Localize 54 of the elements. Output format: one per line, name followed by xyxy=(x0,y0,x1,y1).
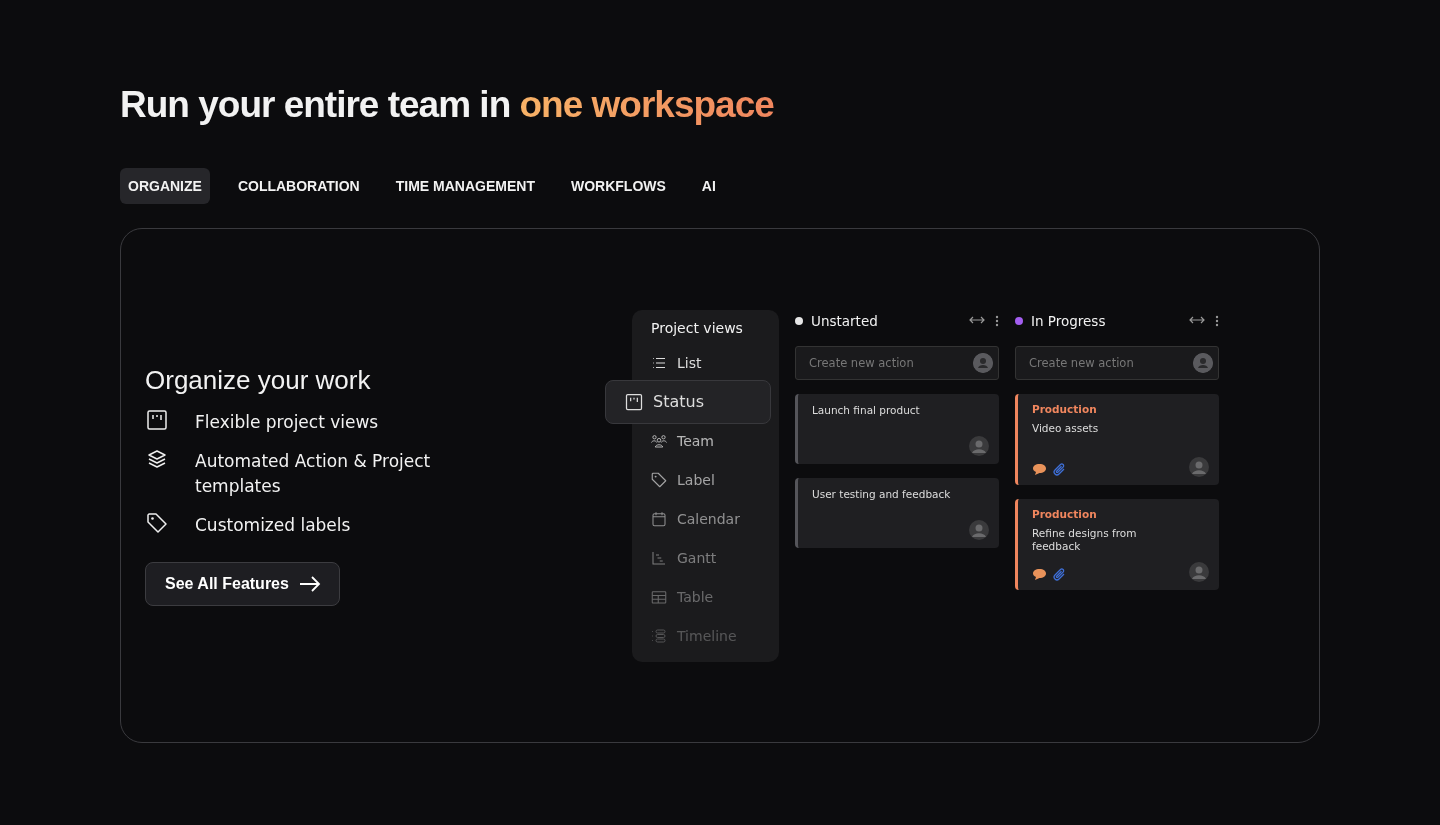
view-option[interactable]: Gantt xyxy=(632,538,779,578)
comment-icon xyxy=(1032,462,1047,476)
avatar xyxy=(1189,561,1209,582)
tag-icon xyxy=(650,471,668,489)
board-icon xyxy=(624,391,644,412)
column-title: In Progress xyxy=(1031,312,1107,329)
calendar-icon xyxy=(650,510,668,528)
card-title: Video assets xyxy=(1032,421,1100,435)
new-action-field[interactable]: Create new action xyxy=(1015,345,1219,380)
task-card[interactable]: Production Video assets xyxy=(1015,393,1219,485)
card-title: Launch final product xyxy=(812,403,921,417)
paperclip-icon xyxy=(1053,567,1066,582)
feature-tab[interactable]: COLLABORATION xyxy=(229,168,368,204)
column-title: Unstarted xyxy=(811,312,879,329)
paperclip-icon xyxy=(1053,462,1066,477)
panel-title: Project views xyxy=(650,319,744,336)
page-heading: Run your entire team in one workspace xyxy=(120,84,775,127)
more-icon[interactable] xyxy=(995,314,999,327)
feature-text: Automated Action & Project templates xyxy=(195,450,432,498)
board-icon xyxy=(145,408,169,432)
avatar xyxy=(969,435,989,456)
feature-tab[interactable]: AI xyxy=(693,168,724,204)
view-option[interactable]: Status xyxy=(605,379,771,424)
task-card[interactable]: Launch final product xyxy=(795,393,999,464)
expand-icon[interactable] xyxy=(969,314,985,325)
arrow-right-icon xyxy=(298,576,321,592)
view-option[interactable]: Team xyxy=(632,421,779,461)
feature-title: Organize your work xyxy=(145,365,372,396)
comment-icon xyxy=(1032,567,1047,581)
gantt-icon xyxy=(650,549,668,567)
expand-icon[interactable] xyxy=(1189,314,1205,325)
card-title: User testing and feedback xyxy=(812,487,952,501)
table-icon xyxy=(650,588,668,606)
view-option[interactable]: Calendar xyxy=(632,499,779,539)
tag-icon xyxy=(145,511,169,535)
feature-tab[interactable]: TIME MANAGEMENT xyxy=(387,168,543,204)
feature-tab[interactable]: WORKFLOWS xyxy=(562,168,674,204)
layers-icon xyxy=(145,447,169,471)
new-action-field[interactable]: Create new action xyxy=(795,345,999,380)
feature-text: Flexible project views xyxy=(195,411,380,434)
people-icon xyxy=(650,432,668,450)
see-all-features-button[interactable]: See All Features xyxy=(145,562,340,606)
card-label: Production xyxy=(1032,402,1098,415)
more-icon[interactable] xyxy=(1215,314,1219,327)
feature-tab[interactable]: ORGANIZE xyxy=(120,168,210,204)
task-card[interactable]: Production Refine designs from feedback xyxy=(1015,498,1219,590)
task-card[interactable]: User testing and feedback xyxy=(795,477,999,548)
timeline-icon xyxy=(650,627,668,645)
feature-text: Customized labels xyxy=(195,514,352,537)
card-label: Production xyxy=(1032,507,1098,520)
avatar xyxy=(969,519,989,540)
view-option[interactable]: Label xyxy=(632,460,779,500)
avatar xyxy=(1189,456,1209,477)
card-title: Refine designs from feedback xyxy=(1032,526,1138,553)
